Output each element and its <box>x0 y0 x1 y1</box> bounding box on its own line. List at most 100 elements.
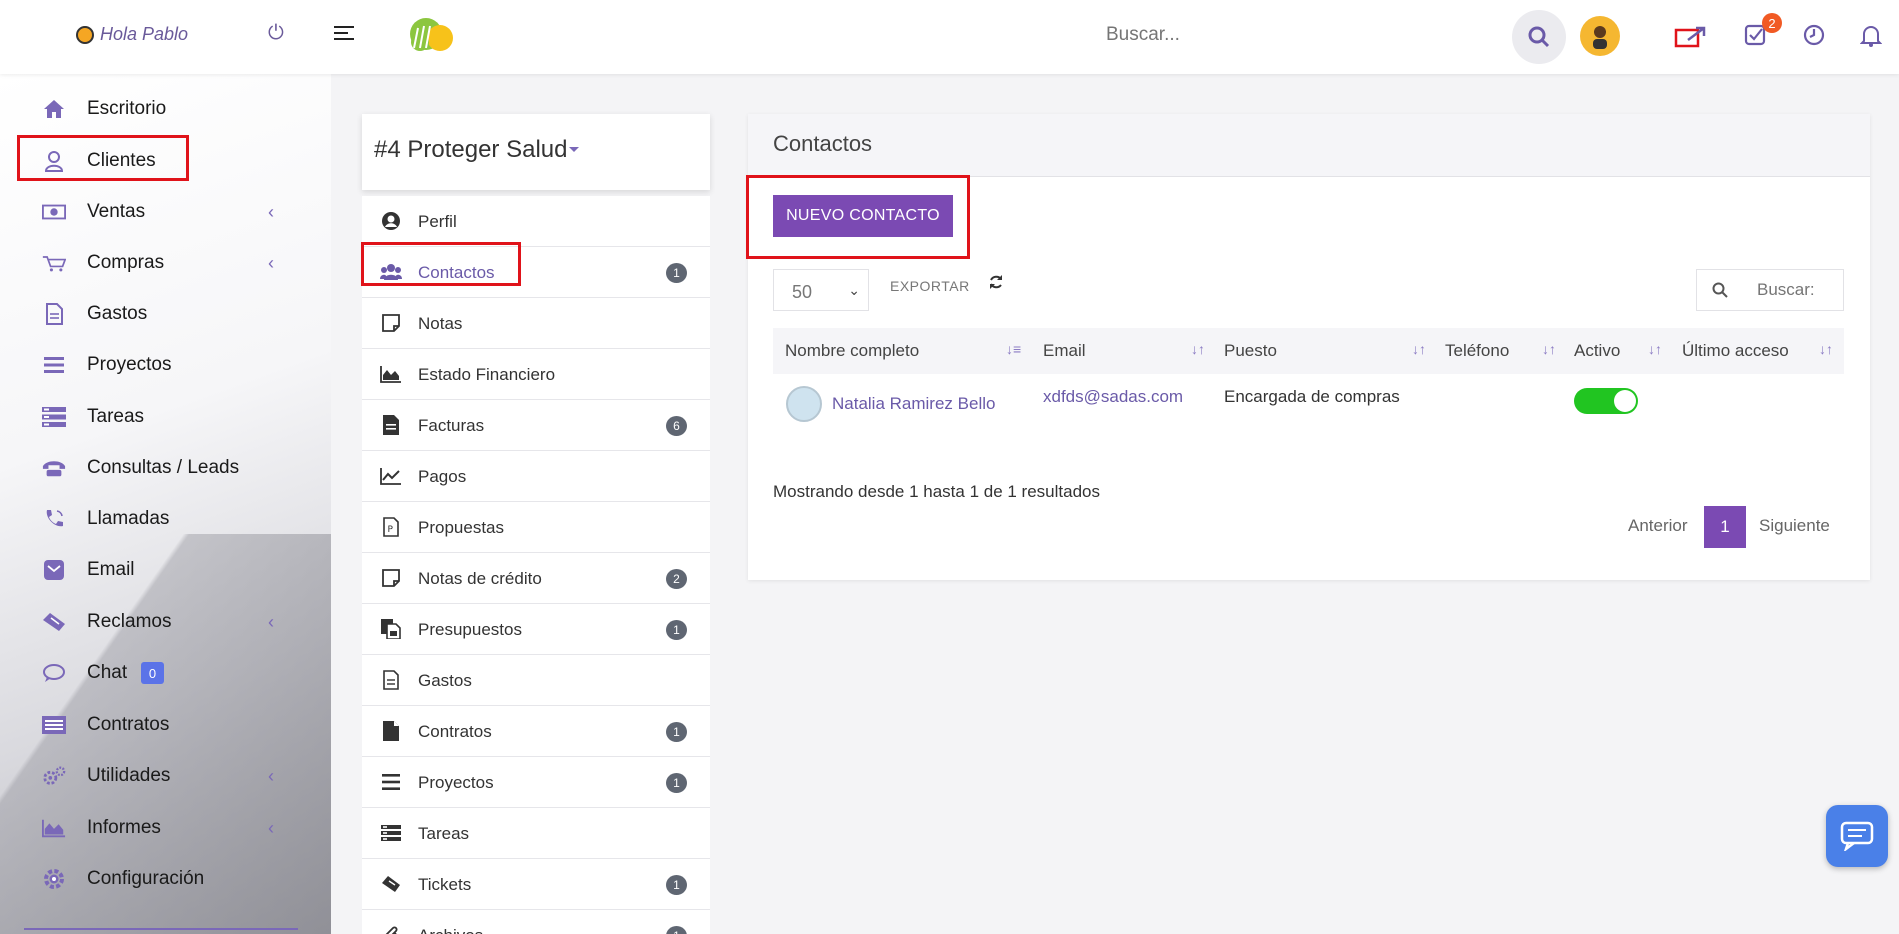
sidebar-item-llamadas[interactable]: Llamadas <box>0 498 331 540</box>
client-selector[interactable]: #4 Proteger Salud <box>362 114 710 190</box>
menu-toggle-icon[interactable] <box>334 26 354 44</box>
column-label: Teléfono <box>1445 341 1510 360</box>
client-tab-label: Notas <box>418 314 463 333</box>
export-button[interactable]: EXPORTAR <box>890 278 970 294</box>
call-icon <box>42 507 66 531</box>
proposal-icon: P <box>380 516 402 538</box>
sidebar-item-reclamos[interactable]: Reclamos ‹ <box>0 601 331 643</box>
table-info: Mostrando desde 1 hasta 1 de 1 resultado… <box>773 482 1100 501</box>
sidebar-item-tareas[interactable]: Tareas <box>0 396 331 438</box>
sidebar-item-utilidades[interactable]: Utilidades ‹ <box>0 755 331 797</box>
contact-name-link[interactable]: Natalia Ramirez Bello <box>832 394 995 414</box>
client-tab-notas-credito[interactable]: Notas de crédito 2 <box>362 553 710 604</box>
client-tab-label: Proyectos <box>418 773 494 792</box>
column-header-ultimo-acceso[interactable]: Último acceso ↓↑ <box>1682 341 1833 361</box>
sidebar-item-label: Llamadas <box>87 508 170 529</box>
table-search-input[interactable] <box>1743 269 1844 311</box>
user-icon <box>42 149 66 173</box>
column-header-nombre[interactable]: Nombre completo ↓≡ <box>785 341 1021 361</box>
client-tab-label: Contratos <box>418 722 492 741</box>
estimate-icon <box>380 618 402 640</box>
sidebar-item-clientes[interactable]: Clientes <box>0 140 331 182</box>
column-label: Puesto <box>1224 341 1277 360</box>
chevron-left-icon: ‹ <box>268 817 274 838</box>
client-tab-estado-financiero[interactable]: Estado Financiero <box>362 349 710 400</box>
client-tab-proyectos[interactable]: Proyectos 1 <box>362 757 710 808</box>
count-badge: 1 <box>666 875 687 895</box>
area-chart-icon <box>42 816 66 840</box>
page-size-select[interactable]: 50 ⌄ <box>773 269 869 311</box>
client-tab-facturas[interactable]: Facturas 6 <box>362 400 710 451</box>
global-search-input[interactable] <box>1106 24 1406 46</box>
tasks-badge: 2 <box>1762 13 1782 33</box>
ticket-icon <box>380 873 402 895</box>
client-tab-archivos[interactable]: Archivos 1 <box>362 910 710 934</box>
home-icon <box>42 97 66 121</box>
tasks-icon <box>42 405 66 429</box>
chevron-left-icon: ‹ <box>268 611 274 632</box>
client-tab-tickets[interactable]: Tickets 1 <box>362 859 710 910</box>
active-toggle[interactable] <box>1574 388 1638 414</box>
column-header-email[interactable]: Email ↓↑ <box>1043 341 1205 361</box>
pagination-current-page[interactable]: 1 <box>1704 506 1746 548</box>
greeting[interactable]: Hola Pablo <box>76 24 188 45</box>
sidebar-item-contratos[interactable]: Contratos <box>0 704 331 746</box>
sidebar-item-chat[interactable]: Chat 0 <box>0 652 331 694</box>
share-icon[interactable] <box>1674 24 1706 52</box>
sidebar-item-label: Reclamos <box>87 611 172 632</box>
client-tab-label: Tareas <box>418 824 470 843</box>
contact-email-link[interactable]: xdfds@sadas.com <box>1043 387 1183 407</box>
refresh-icon[interactable] <box>988 274 1004 290</box>
gear-icon <box>42 867 66 891</box>
sidebar-item-configuracion[interactable]: Configuración <box>0 858 331 900</box>
sidebar-item-email[interactable]: Email <box>0 549 331 591</box>
client-tab-gastos[interactable]: Gastos <box>362 655 710 706</box>
email-icon <box>42 558 66 582</box>
toggle-knob <box>1614 390 1636 412</box>
user-avatar[interactable] <box>1580 16 1620 56</box>
search-button[interactable] <box>1512 10 1566 64</box>
client-tab-notas[interactable]: Notas <box>362 298 710 349</box>
new-contact-button[interactable]: NUEVO CONTACTO <box>773 195 953 237</box>
contact-position: Encargada de compras <box>1224 387 1400 406</box>
bell-icon[interactable] <box>1860 24 1882 48</box>
count-badge: 1 <box>666 773 687 793</box>
brand-logo[interactable] <box>406 14 460 54</box>
client-tab-presupuestos[interactable]: Presupuestos 1 <box>362 604 710 655</box>
chat-widget-button[interactable] <box>1826 805 1888 867</box>
sidebar-item-ventas[interactable]: Ventas ‹ <box>0 191 331 233</box>
sidebar-item-informes[interactable]: Informes ‹ <box>0 807 331 849</box>
pagination-next[interactable]: Siguiente <box>1759 516 1830 536</box>
clock-icon[interactable] <box>1803 24 1825 46</box>
card-header: Contactos <box>748 114 1870 177</box>
sidebar-item-label: Proyectos <box>87 354 172 375</box>
client-tab-perfil[interactable]: Perfil <box>362 196 710 247</box>
column-header-activo[interactable]: Activo ↓↑ <box>1574 341 1662 361</box>
sidebar-item-label: Configuración <box>87 868 205 889</box>
chat-icon <box>42 661 66 685</box>
sidebar-item-gastos[interactable]: Gastos <box>0 293 331 335</box>
client-tab-contratos[interactable]: Contratos 1 <box>362 706 710 757</box>
column-header-puesto[interactable]: Puesto ↓↑ <box>1224 341 1426 361</box>
column-header-telefono[interactable]: Teléfono ↓↑ <box>1445 341 1556 361</box>
client-tab-tareas[interactable]: Tareas <box>362 808 710 859</box>
sidebar-item-escritorio[interactable]: Escritorio <box>0 88 331 130</box>
client-tab-pagos[interactable]: Pagos <box>362 451 710 502</box>
sort-icon: ↓↑ <box>1412 341 1426 357</box>
client-tab-propuestas[interactable]: P Propuestas <box>362 502 710 553</box>
power-icon[interactable]: ⏻ <box>268 22 284 45</box>
column-label: Último acceso <box>1682 341 1789 360</box>
ticket-icon <box>42 610 66 634</box>
pagination-previous[interactable]: Anterior <box>1628 516 1688 536</box>
sort-icon: ↓↑ <box>1191 341 1205 357</box>
money-icon <box>42 200 66 224</box>
cart-icon <box>42 251 66 275</box>
sidebar-item-proyectos[interactable]: Proyectos <box>0 344 331 386</box>
sidebar-item-compras[interactable]: Compras ‹ <box>0 242 331 284</box>
sidebar-item-consultas-leads[interactable]: Consultas / Leads <box>0 447 331 489</box>
caret-down-icon <box>569 147 579 152</box>
area-chart-icon <box>380 363 402 385</box>
sidebar-item-label: Compras <box>87 252 165 273</box>
client-tab-contactos[interactable]: Contactos 1 <box>362 247 710 298</box>
count-badge: 2 <box>666 569 687 589</box>
